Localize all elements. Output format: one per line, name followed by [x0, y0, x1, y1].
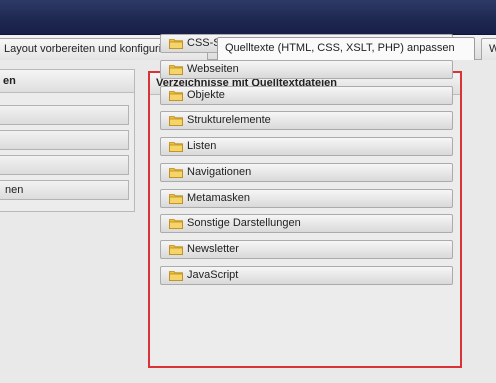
- folder-item[interactable]: Listen: [160, 137, 453, 156]
- folder-item-label: Sonstige Darstellungen: [187, 217, 301, 229]
- folder-icon: [169, 142, 183, 152]
- folder-item-label: Webseiten: [187, 63, 239, 75]
- folder-icon: [169, 65, 183, 75]
- folder-item-label: Navigationen: [187, 166, 252, 178]
- tab-label: Quelltexte (HTML, CSS, XSLT, PHP) anpass…: [225, 42, 455, 54]
- left-panel-item[interactable]: nen: [0, 180, 129, 200]
- folder-item[interactable]: Navigationen: [160, 163, 453, 182]
- left-panel: en nen: [0, 69, 135, 212]
- tab-next[interactable]: W: [481, 38, 496, 60]
- folder-icon: [169, 116, 183, 126]
- folder-item-label: Newsletter: [187, 243, 239, 255]
- folder-item[interactable]: Strukturelemente: [160, 111, 453, 130]
- folder-item-label: JavaScript: [187, 269, 239, 281]
- folder-icon: [169, 194, 183, 204]
- folder-item-label: Metamasken: [187, 192, 250, 204]
- folder-icon: [169, 245, 183, 255]
- folder-item[interactable]: Metamasken: [160, 189, 453, 208]
- folder-item[interactable]: Sonstige Darstellungen: [160, 214, 453, 233]
- folder-icon: [169, 271, 183, 281]
- tab-quelltexte-anpassen[interactable]: Quelltexte (HTML, CSS, XSLT, PHP) anpass…: [217, 37, 475, 60]
- folder-item[interactable]: Objekte: [160, 86, 453, 105]
- folder-item-label: Strukturelemente: [187, 114, 271, 126]
- left-panel-header: en: [0, 70, 134, 93]
- folder-item[interactable]: Newsletter: [160, 240, 453, 259]
- tab-label: Layout vorbereiten und konfigurieren: [4, 43, 184, 55]
- left-panel-item[interactable]: [0, 130, 129, 150]
- folder-item-label: Listen: [187, 140, 217, 152]
- folder-item[interactable]: JavaScript: [160, 266, 453, 285]
- folder-icon: [169, 91, 183, 101]
- folder-item[interactable]: Webseiten: [160, 60, 453, 79]
- source-directories-panel: Verzeichnisse mit Quelltextdateien CSS-S…: [148, 34, 462, 368]
- tab-label: W: [489, 43, 496, 55]
- folder-icon: [169, 168, 183, 178]
- left-panel-item[interactable]: [0, 155, 129, 175]
- folder-icon: [169, 219, 183, 229]
- folder-item-label: Objekte: [187, 89, 225, 101]
- left-panel-item[interactable]: [0, 105, 129, 125]
- window-title-bar: [0, 0, 496, 35]
- tab-strip: Layout vorbereiten und konfigurieren Que…: [0, 35, 496, 60]
- folder-icon: [169, 39, 183, 49]
